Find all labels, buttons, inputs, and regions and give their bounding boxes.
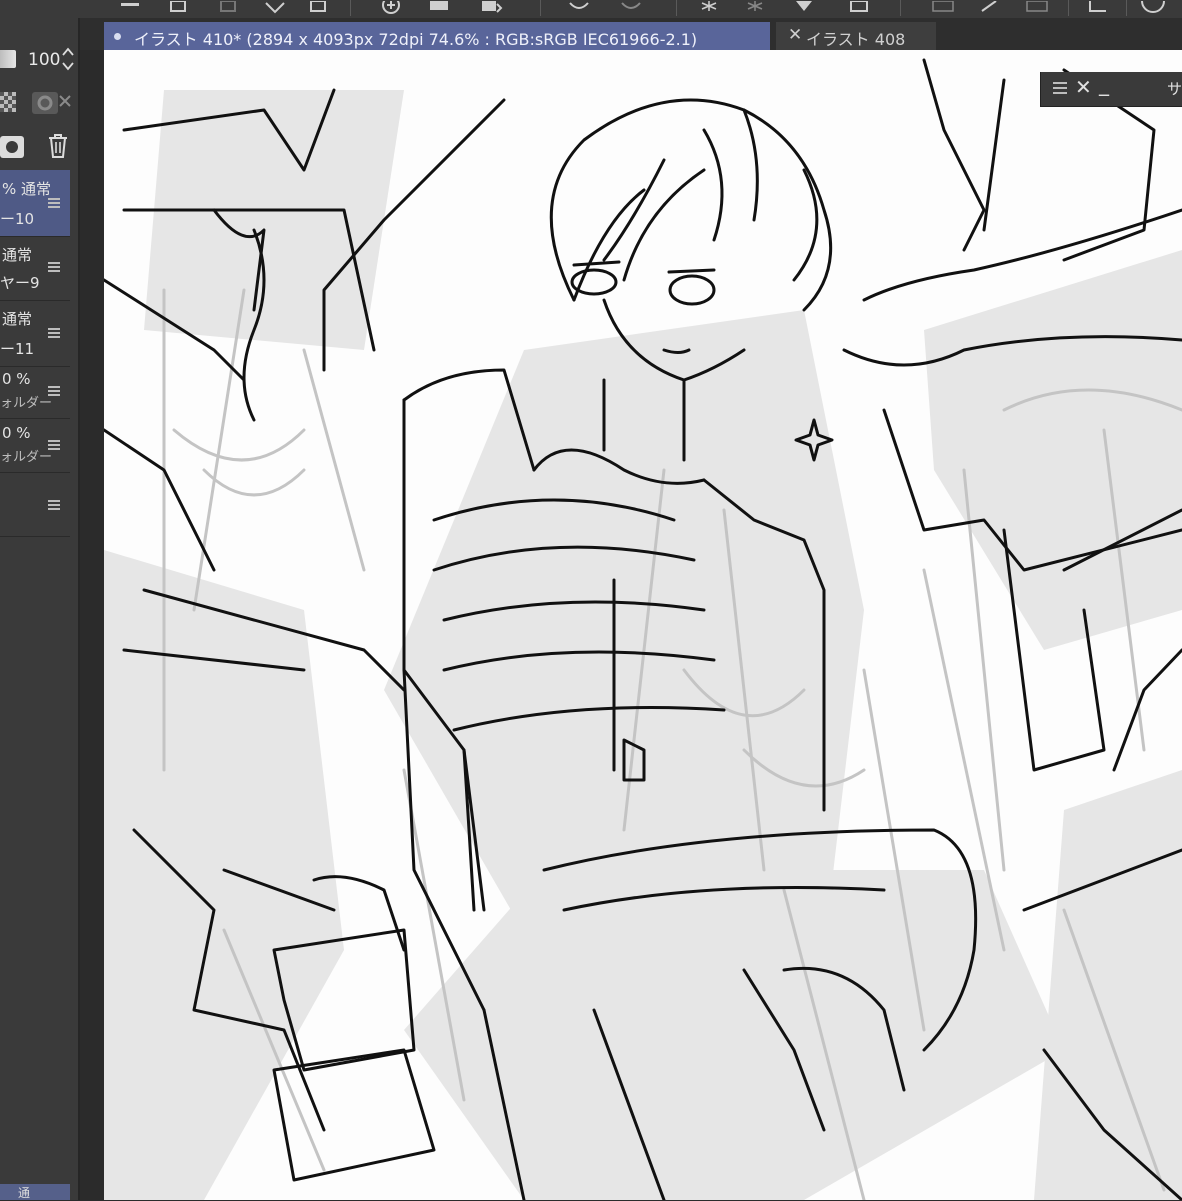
copy-icon[interactable] <box>166 0 192 14</box>
layer-folder-row[interactable]: 0 % ォルダー <box>0 418 70 473</box>
minimize-icon[interactable]: _ <box>1099 72 1109 96</box>
layer-name: ー10 <box>0 210 35 228</box>
layer-opacity: 0 % <box>2 424 31 442</box>
floating-palette: ✕ _ サ <box>1040 72 1182 107</box>
layer-name: ヤー9 <box>0 274 40 292</box>
layer-opacity: 0 % <box>2 370 31 388</box>
folder-icon[interactable] <box>426 0 452 14</box>
layer-panel: 100 % 通常 ー10 通常 ヤー9 通常 ー11 0 % ォルダー 0 % … <box>0 18 80 1200</box>
layer-add-icon[interactable] <box>378 0 404 14</box>
unsaved-dot-icon <box>114 33 121 40</box>
close-icon[interactable]: ✕ <box>788 25 802 45</box>
undo-icon[interactable] <box>566 0 592 14</box>
top-toolbar <box>0 0 1182 18</box>
fullscreen-icon[interactable] <box>1024 0 1050 14</box>
layer-row[interactable]: % 通常 ー10 <box>0 170 70 237</box>
palette-title: サ <box>1167 80 1182 98</box>
layer-name: ォルダー <box>0 450 53 465</box>
view-icon[interactable] <box>1086 0 1112 14</box>
layer-menu-icon[interactable] <box>48 262 60 274</box>
layer-mode: 通常 <box>2 310 33 328</box>
fill-icon[interactable] <box>262 0 288 14</box>
transparency-icon[interactable] <box>0 92 16 112</box>
sparkle2-icon[interactable] <box>742 0 768 14</box>
layer-mode: 通常 <box>2 246 33 264</box>
mask-icon[interactable] <box>30 90 74 116</box>
settings-icon[interactable] <box>976 0 1002 14</box>
drawing-canvas[interactable] <box>104 50 1182 1200</box>
redo-icon[interactable] <box>618 0 644 14</box>
layer-actions-row <box>0 130 78 162</box>
frame-icon[interactable] <box>846 0 872 14</box>
tab-document[interactable]: ✕ イラスト 408 <box>776 22 936 50</box>
select-icon[interactable] <box>478 0 504 14</box>
layer-mode: 通 <box>18 1186 31 1200</box>
layer-menu-icon[interactable] <box>48 198 60 210</box>
trash-icon[interactable] <box>46 132 70 160</box>
layer-menu-icon[interactable] <box>48 328 60 340</box>
paste-icon[interactable] <box>216 0 242 14</box>
layer-menu-icon[interactable] <box>48 500 60 512</box>
layer-menu-icon[interactable] <box>48 386 60 398</box>
layer-mode: % 通常 <box>2 180 52 198</box>
layer-name: ォルダー <box>0 396 53 411</box>
palette-menu-icon[interactable] <box>1053 82 1067 97</box>
close-icon[interactable]: ✕ <box>1075 75 1092 99</box>
transform-icon[interactable] <box>306 0 332 14</box>
layer-options-row <box>0 86 78 118</box>
layer-row[interactable]: 通常 ー11 <box>0 300 70 367</box>
menu-icon[interactable] <box>118 0 144 14</box>
opacity-control[interactable]: 100 <box>0 42 78 76</box>
layer-row[interactable]: 通常 ヤー9 <box>0 236 70 301</box>
spinner-icon[interactable] <box>60 44 76 74</box>
layer-row-partial[interactable]: 通 <box>0 1184 70 1200</box>
tab-active-document[interactable]: イラスト 410* (2894 x 4093px 72dpi 74.6% : R… <box>104 22 770 50</box>
tab-label: イラスト 408 <box>806 30 906 49</box>
tab-label: イラスト 410* (2894 x 4093px 72dpi 74.6% : R… <box>134 30 698 49</box>
grid-icon[interactable] <box>930 0 956 14</box>
navigator-icon[interactable] <box>1140 0 1166 14</box>
opacity-slider[interactable] <box>0 50 16 68</box>
layer-name: ー11 <box>0 340 35 358</box>
sketch-artwork <box>104 58 1182 1200</box>
layer-row[interactable] <box>0 472 70 537</box>
layer-folder-row[interactable]: 0 % ォルダー <box>0 366 70 419</box>
document-tabbar: イラスト 410* (2894 x 4093px 72dpi 74.6% : R… <box>80 18 1182 50</box>
layer-mask-icon[interactable] <box>0 134 26 160</box>
fill2-icon[interactable] <box>790 0 816 14</box>
sparkle-icon[interactable] <box>696 0 722 14</box>
opacity-value: 100 <box>28 50 61 70</box>
layer-menu-icon[interactable] <box>48 440 60 452</box>
